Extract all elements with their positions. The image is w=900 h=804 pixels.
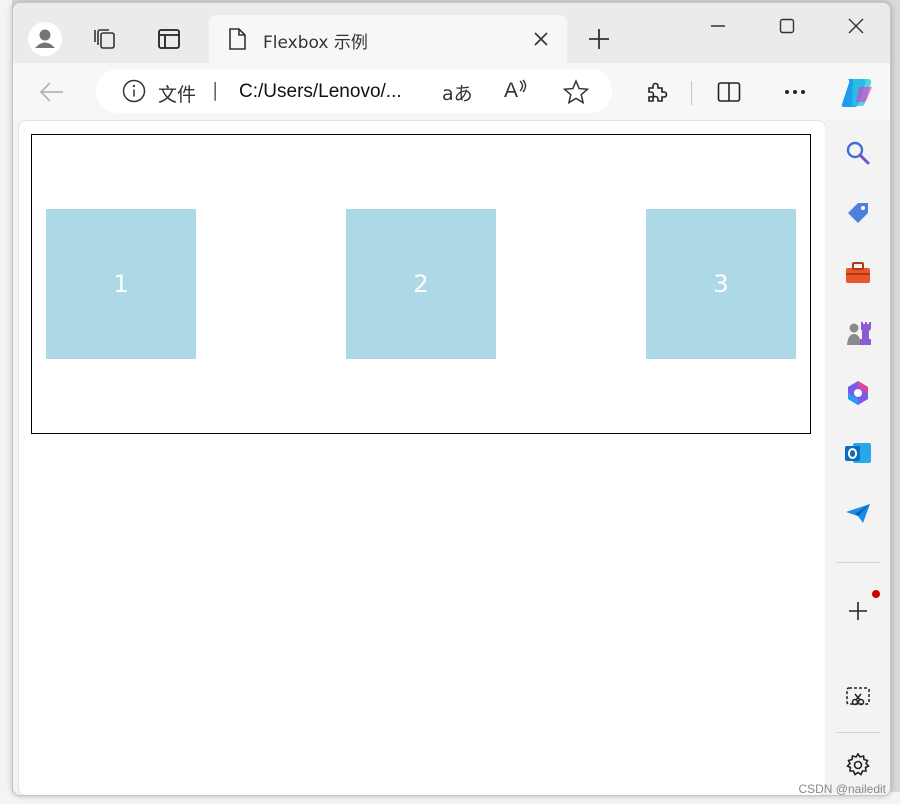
browser-window: Flexbox 示例 文件 | C:/Users/Lenovo/... aあ A… [12,2,891,796]
sidebar-separator [836,732,880,733]
send-icon [846,504,870,523]
info-icon[interactable] [122,79,146,108]
new-tab-button[interactable] [585,25,613,53]
profile-avatar[interactable] [27,21,63,57]
navigation-bar: 文件 | C:/Users/Lenovo/... aあ A [13,63,890,121]
copilot-icon [848,381,868,405]
back-arrow-icon [39,82,63,102]
address-separator: | [212,79,219,101]
split-screen-icon [717,82,741,102]
address-bar[interactable]: 文件 | C:/Users/Lenovo/... aあ A [96,69,612,113]
window-close-button[interactable] [841,11,871,41]
vertical-tabs-button[interactable] [155,25,183,53]
screenshot-icon [846,687,870,706]
workspaces-icon [94,29,115,49]
flex-item-2: 2 [346,209,496,359]
copilot-button[interactable] [839,75,875,109]
flex-item-3: 3 [646,209,796,359]
sidebar-search[interactable] [843,138,873,168]
edge-sidebar [825,120,890,795]
notification-dot [872,590,880,598]
add-icon [849,602,867,620]
profile-icon [28,22,62,56]
tab-actions-icon [158,29,180,49]
url-text[interactable]: C:/Users/Lenovo/... [239,81,402,103]
copilot-icon [841,79,872,107]
puzzle-icon [648,82,668,102]
sidebar-separator [836,562,880,563]
background-window-edge [0,0,12,804]
maximize-icon [779,18,795,34]
sidebar-screenshot[interactable] [843,682,873,712]
immersive-reader-button[interactable]: aあ [442,79,473,106]
sound-waves-icon [519,79,527,93]
page-viewport: 1 2 3 [18,120,826,795]
watermark: CSDN @nailedit [798,782,886,796]
workspaces-button[interactable] [91,25,119,53]
minimize-button[interactable] [703,11,733,41]
close-icon [534,32,548,46]
flex-item-1: 1 [46,209,196,359]
tab-flexbox[interactable]: Flexbox 示例 [209,15,567,63]
document-icon [227,27,247,56]
sidebar-tools[interactable] [843,258,873,288]
toolbar-divider [691,81,692,105]
tab-title: Flexbox 示例 [263,33,368,53]
more-dots-icon [785,90,805,94]
search-icon [846,141,870,165]
chess-icon [847,322,871,345]
sidebar-settings[interactable] [843,750,873,780]
title-bar: Flexbox 示例 [13,3,890,63]
favorite-star-icon[interactable] [562,79,590,110]
flex-container: 1 2 3 [31,134,811,434]
sidebar-drop[interactable] [843,498,873,528]
sidebar-outlook[interactable] [843,438,873,468]
tab-close-button[interactable] [529,27,553,51]
read-aloud-button[interactable]: A [504,79,528,103]
extensions-button[interactable] [642,77,672,107]
minimize-icon [711,25,725,27]
back-button[interactable] [37,77,67,107]
outlook-icon [845,443,871,463]
more-menu-button[interactable] [780,77,810,107]
tag-icon [848,203,868,223]
toolbox-icon [846,262,870,283]
sidebar-add-button[interactable] [843,596,873,626]
security-label: 文件 [158,84,197,106]
sidebar-microsoft365[interactable] [843,378,873,408]
plus-icon [589,29,609,49]
close-icon [848,18,864,34]
read-aloud-label: A [504,79,519,102]
maximize-button[interactable] [772,11,802,41]
sidebar-games[interactable] [843,318,873,348]
sidebar-shopping[interactable] [843,198,873,228]
split-screen-button[interactable] [714,77,744,107]
settings-icon [846,752,870,776]
